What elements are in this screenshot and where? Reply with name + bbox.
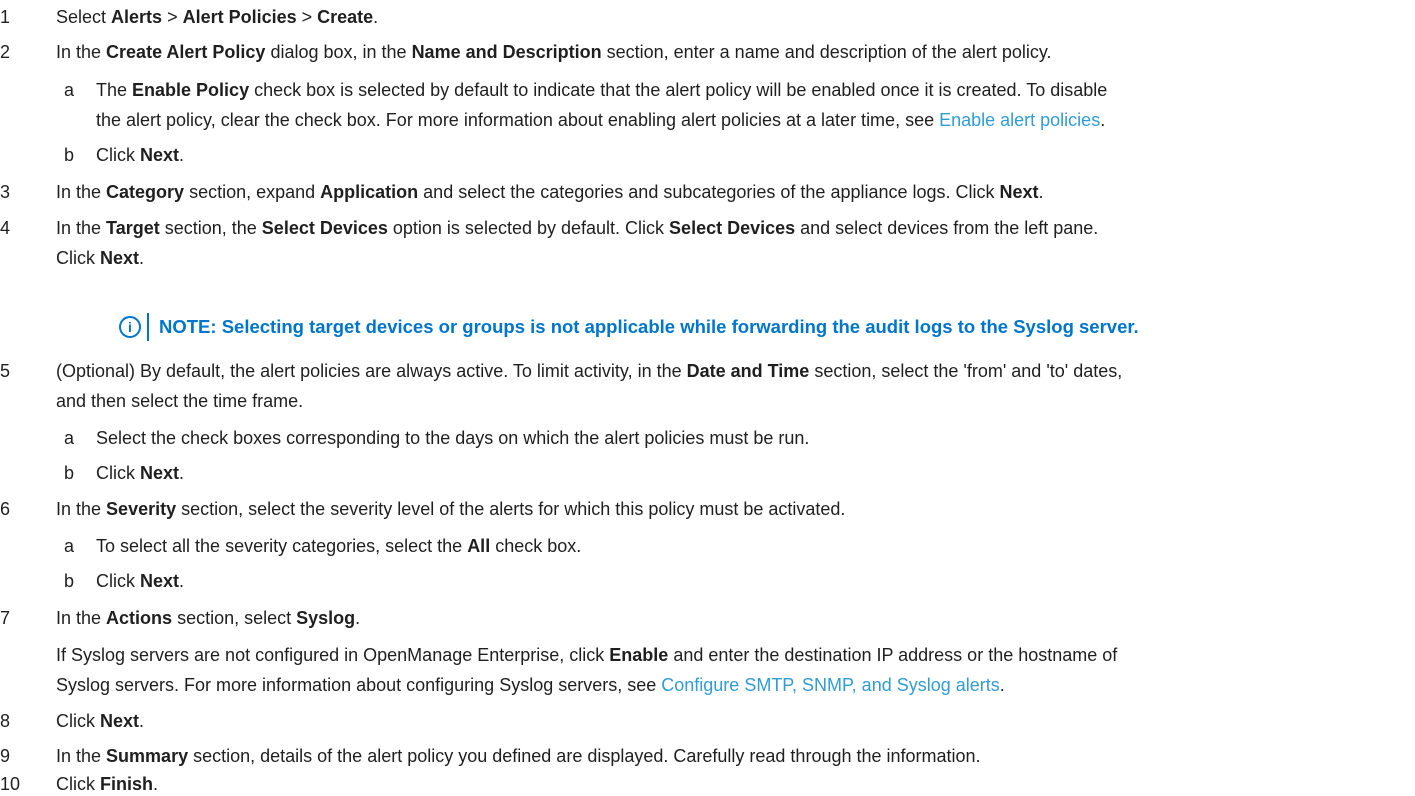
step-number: 4	[0, 218, 11, 238]
substep-letter: a	[64, 428, 75, 448]
step-text: In the Create Alert Policy dialog box, i…	[56, 42, 1052, 62]
step-number: 8	[0, 711, 11, 731]
step-number: 6	[0, 499, 11, 519]
step-number: 10	[0, 774, 21, 794]
step-number: 9	[0, 746, 11, 766]
note-text: NOTE: Selecting target devices or groups…	[159, 316, 1139, 337]
step-number: 2	[0, 42, 11, 62]
document-page: { "steps": { "s1": {"num":"1","t1":"Sele…	[0, 0, 1415, 794]
info-icon: i	[119, 316, 141, 338]
substep-letter: a	[64, 80, 75, 100]
step-number: 7	[0, 608, 11, 628]
enable-alert-policies-link[interactable]: Enable alert policies	[939, 110, 1100, 130]
configure-alerts-link[interactable]: Configure SMTP, SNMP, and Syslog alerts	[661, 675, 1000, 695]
substep-text: The Enable Policy check box is selected …	[96, 80, 1108, 100]
step-number: 1	[0, 7, 11, 27]
substep-letter: b	[64, 463, 75, 483]
substep-letter: b	[64, 145, 75, 165]
step-text: Select Alerts > Alert Policies > Create.	[56, 7, 379, 27]
substep-letter: a	[64, 536, 75, 556]
step-number: 5	[0, 361, 11, 381]
substep-letter: b	[64, 571, 75, 591]
note-divider	[147, 313, 149, 341]
note-callout: i NOTE: Selecting target devices or grou…	[119, 312, 1139, 342]
step-number: 3	[0, 182, 11, 202]
